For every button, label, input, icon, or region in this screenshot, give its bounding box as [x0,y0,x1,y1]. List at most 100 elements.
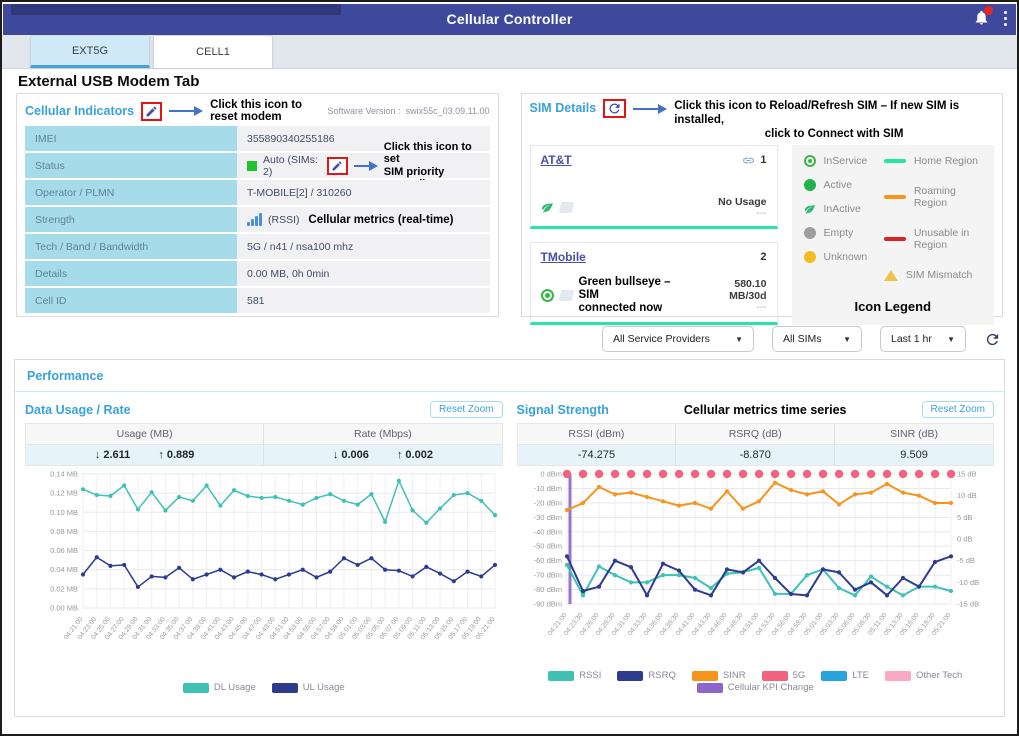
sinr-value: 9.509 [835,445,993,465]
leaf-icon [804,203,816,215]
chart-legend-item: UL Usage [272,682,345,693]
usage-rate-stats: Usage (MB) ↓ 2.611 ↑ 0.889 Rate (Mbps) ↓… [25,423,503,466]
sim-tech-icon [558,290,573,301]
icon-legend-caption: Icon Legend [804,299,983,314]
reset-modem-annotation: Click this icon to reset modem [210,99,320,123]
usage-download: ↓ 2.611 [95,449,130,461]
sim-usage: No Usage [718,196,766,208]
unusable-region-swatch [884,237,906,241]
realtime-metrics-annotation: Cellular metrics (real-time) [308,214,453,226]
sim-slot-number: 2 [760,251,766,263]
indicator-row-cellid: Cell ID 581 [25,288,490,313]
svg-text:-90 dBm: -90 dBm [533,600,561,609]
annotation-arrow [633,108,659,110]
pencil-icon [331,160,343,172]
signal-stats: RSSI (dBm) -74.275 RSRQ (dB) -8.870 SINR… [517,423,995,466]
sim-details-title: SIM Details [530,101,597,115]
svg-text:-50 dBm: -50 dBm [533,542,561,551]
performance-title: Performance [27,369,103,383]
indicator-row-tech: Tech / Band / Bandwidth 5G / n41 / nsa10… [25,234,490,259]
timeseries-annotation: Cellular metrics time series [684,403,847,417]
refresh-charts-icon[interactable] [984,331,1001,348]
roaming-region-swatch [884,195,906,199]
svg-text:-10 dBm: -10 dBm [533,484,561,493]
svg-text:-80 dBm: -80 dBm [533,585,561,594]
svg-text:0.04 MB: 0.04 MB [50,565,78,574]
svg-text:-40 dBm: -40 dBm [533,527,561,536]
sim-slot-number: 1 [760,154,766,166]
svg-text:-5 dB: -5 dB [957,556,975,565]
reset-modem-button[interactable] [141,102,162,121]
legend-item-inactive: InActive [804,203,884,215]
pencil-icon [145,105,158,118]
bullseye-annotation: Green bullseye – SIM connected now [579,276,691,315]
chevron-down-icon: ▼ [843,335,851,344]
chevron-down-icon: ▼ [947,335,955,344]
empty-icon [804,227,816,239]
sim-tech-icon [558,202,573,213]
svg-text:0 dB: 0 dB [957,535,972,544]
chart-legend-item: Cellular KPI Change [697,682,814,693]
svg-text:-15 dB: -15 dB [957,600,979,609]
rsrq-value: -8.870 [676,445,834,465]
page-heading: External USB Modem Tab [2,69,1017,93]
strength-value: (RSSI) [268,214,300,226]
sim-link-tmobile[interactable]: TMobile [541,250,586,264]
signal-strength-chart[interactable]: -90 dBm-80 dBm-70 dBm-60 dBm-50 dBm-40 d… [517,468,995,693]
chart-legend-item: RSRQ [617,670,675,681]
legend-item-sim-mismatch: SIM Mismatch [884,269,982,281]
rssi-value: -74.275 [518,445,676,465]
kebab-menu-icon[interactable] [1001,9,1010,28]
usage-header: Usage (MB) [26,424,263,445]
annotation-arrow [354,165,370,167]
chart-legend-item: DL Usage [183,682,256,693]
status-value: Auto (SIMs: 2) [263,154,321,178]
annotation-arrow [169,110,195,112]
legend-item-empty: Empty [804,227,884,239]
tab-cell1[interactable]: CELL1 [153,35,273,68]
time-range-select[interactable]: Last 1 hr▼ [880,326,966,352]
sim-card-att: AT&T 1 No Usage --- [530,145,778,229]
svg-text:0.08 MB: 0.08 MB [50,527,78,536]
sinr-header: SINR (dB) [835,424,993,445]
indicator-row-strength: Strength (RSSI) Cellular metrics (real-t… [25,207,490,232]
reset-zoom-button[interactable]: Reset Zoom [922,401,994,418]
svg-text:-10 dB: -10 dB [957,578,979,587]
home-region-swatch [884,159,906,163]
sim-link-att[interactable]: AT&T [541,153,572,167]
cellular-indicators-title: Cellular Indicators [25,104,134,118]
title-bar: Cellular Controller [3,4,1016,35]
notifications-bell-icon[interactable] [973,8,991,28]
performance-panel: Performance Data Usage / Rate Reset Zoom… [14,359,1005,717]
service-provider-select[interactable]: All Service Providers▼ [602,326,754,352]
svg-text:0 dBm: 0 dBm [540,470,562,479]
cellular-indicators-panel: Cellular Indicators Click this icon to r… [16,93,499,317]
sim-mismatch-triangle-icon [884,270,898,281]
sim-priority-button[interactable] [327,157,348,175]
svg-text:5 dB: 5 dB [957,513,972,522]
signal-strength-card: Signal Strength Cellular metrics time se… [517,396,995,693]
chart-legend-item: LTE [821,670,869,681]
indicator-row-status: Status Auto (SIMs: 2) Click this icon to… [25,153,490,178]
usage-upload: ↑ 0.889 [158,449,194,461]
leaf-inactive-icon [541,201,554,214]
refresh-icon [607,101,622,116]
svg-text:15 dB: 15 dB [957,470,977,479]
svg-text:0.12 MB: 0.12 MB [50,489,78,498]
sims-select[interactable]: All SIMs▼ [772,326,862,352]
data-usage-chart[interactable]: 0.00 MB0.02 MB0.04 MB0.06 MB0.08 MB0.10 … [25,468,503,693]
rate-upload: ↑ 0.002 [397,449,433,461]
unknown-icon [804,251,816,263]
chart-legend-item: Other Tech [885,670,962,681]
tab-ext5g[interactable]: EXT5G [30,35,150,68]
reload-sim-button[interactable] [603,99,626,118]
bullseye-connected-icon [541,289,554,302]
svg-text:0.02 MB: 0.02 MB [50,584,78,593]
notification-badge [984,6,993,15]
software-version: Software Version : swix55c_03.09.11.00 [328,106,490,116]
rate-download: ↓ 0.006 [333,449,369,461]
sim-card-tmobile: TMobile 2 Green bullseye – SIM connected… [530,242,778,326]
filter-bar: All Service Providers▼ All SIMs▼ Last 1 … [18,326,1001,352]
svg-text:-20 dBm: -20 dBm [533,498,561,507]
reset-zoom-button[interactable]: Reset Zoom [430,401,502,418]
